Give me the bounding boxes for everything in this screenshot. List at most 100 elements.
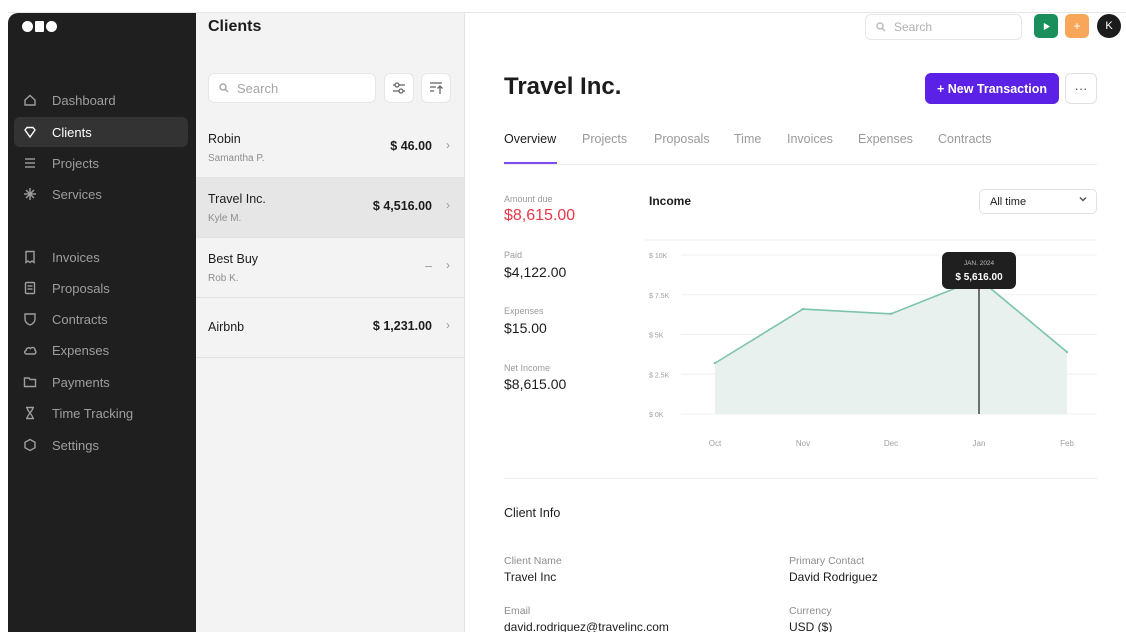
chart-area-fill [715,278,1067,414]
chart-x-tick-label: Nov [796,439,810,448]
global-search-placeholder: Search [894,20,933,34]
expenses-value: $15.00 [504,320,547,336]
chart-tooltip-date: JAN. 2024 [964,260,995,267]
sidebar-item-projects[interactable]: Projects [14,148,188,178]
client-row[interactable]: Robin Samantha P. $ 46.00 › [196,118,464,178]
folder-icon [22,374,38,390]
tab-time[interactable]: Time [734,132,761,146]
client-amount: $ 1,231.00 [372,319,432,333]
more-options-button[interactable]: ··· [1065,73,1097,104]
chart-y-tick-label: $ 10K [649,253,668,260]
sidebar-item-label: Projects [52,155,99,171]
client-row[interactable]: Airbnb $ 1,231.00 › [196,298,464,358]
chevron-right-icon: › [446,198,450,212]
sidebar-item-label: Services [52,186,102,202]
income-chart: $ 10K $ 7.5K $ 5K $ 2.5K $ 0K Oct Nov Dec Jan Feb… [645,228,1097,458]
sidebar-item-label: Proposals [52,280,110,296]
currency-label: Currency [789,605,832,617]
chart-point [1065,350,1069,354]
sidebar-item-expenses[interactable]: Expenses [14,335,188,365]
section-divider [504,478,1097,479]
home-icon [22,92,38,108]
tab-expenses[interactable]: Expenses [858,132,913,146]
client-contact: Kyle M. [208,213,242,224]
client-search-placeholder: Search [237,80,279,96]
sidebar-item-dashboard[interactable]: Dashboard [14,85,188,115]
client-amount: $ 4,516.00 [372,199,432,213]
sidebar: Dashboard Clients Projects Services Invoices… [8,13,196,632]
client-list-panel: Clients Search Robin Samantha P. $ 46.00 › T… [196,13,465,632]
client-detail-panel: Search + K Travel Inc. + New Transaction… [465,13,1126,632]
sidebar-item-proposals[interactable]: Proposals [14,273,188,303]
client-name: Travel Inc. [208,192,266,206]
amount-due-value: $8,615.00 [504,207,576,224]
paid-value: $4,122.00 [504,264,567,280]
income-chart-title: Income [649,194,692,208]
client-amount: – [425,259,432,273]
email-value[interactable]: david.rodriguez@travelinc.com [504,620,669,632]
client-search-input[interactable]: Search [208,73,376,103]
sort-button[interactable] [421,73,451,103]
chart-tooltip-box [942,252,1016,289]
app-logo[interactable] [22,21,57,32]
avatar[interactable]: K [1097,14,1121,38]
sidebar-item-label: Time Tracking [52,405,134,421]
new-transaction-button[interactable]: + New Transaction [925,73,1059,104]
play-icon [1043,22,1050,30]
page-title: Travel Inc. [504,73,622,100]
cloud-icon [22,342,38,358]
sidebar-item-label: Contracts [52,311,108,327]
client-name-label: Client Name [504,555,562,567]
sidebar-item-invoices[interactable]: Invoices [14,242,188,272]
sidebar-item-clients[interactable]: Clients [14,117,188,147]
hourglass-icon [22,405,38,421]
client-row[interactable]: Best Buy Rob K. – › [196,238,464,298]
chart-x-tick-label: Jan [973,439,986,448]
clients-title: Clients [208,18,262,35]
client-name: Best Buy [208,252,259,266]
sidebar-item-settings[interactable]: Settings [14,430,188,460]
client-name-value: Travel Inc [504,570,557,584]
sidebar-item-services[interactable]: Services [14,179,188,209]
currency-value: USD ($) [789,620,833,632]
chart-point [889,312,893,316]
primary-contact-value: David Rodriguez [789,570,878,584]
time-range-value: All time [990,195,1027,208]
time-range-select[interactable]: All time [979,189,1097,214]
sidebar-item-label: Invoices [52,249,100,265]
client-contact: Samantha P. [208,153,265,164]
tab-proposals[interactable]: Proposals [654,132,710,146]
tab-invoices[interactable]: Invoices [787,132,833,146]
global-search-input[interactable]: Search [865,14,1022,40]
client-row[interactable]: Travel Inc. Kyle M. $ 4,516.00 › [196,178,464,238]
chart-y-tick-label: $ 7.5K [649,293,670,300]
email-label: Email [504,605,531,617]
tab-contracts[interactable]: Contracts [938,132,992,146]
client-name: Robin [208,132,241,146]
tab-projects[interactable]: Projects [582,132,627,146]
list-icon [22,155,38,171]
sparkle-icon [22,186,38,202]
chart-x-tick-label: Feb [1060,439,1074,448]
sidebar-item-time-tracking[interactable]: Time Tracking [14,398,188,428]
chevron-right-icon: › [446,258,450,272]
quick-add-button[interactable]: + [1065,14,1089,38]
chart-y-tick-label: $ 2.5K [649,372,670,379]
sidebar-item-contracts[interactable]: Contracts [14,304,188,334]
chart-point [801,307,805,311]
start-timer-button[interactable] [1034,14,1058,38]
chart-x-tick-label: Oct [709,439,722,448]
sidebar-item-label: Settings [52,437,99,453]
tab-overview[interactable]: Overview [504,132,556,146]
client-contact: Rob K. [208,273,239,284]
chart-x-tick-label: Dec [884,439,898,448]
chevron-right-icon: › [446,138,450,152]
chart-y-tick-label: $ 0K [649,412,664,419]
receipt-icon [22,249,38,265]
document-icon [22,280,38,296]
primary-contact-label: Primary Contact [789,555,865,567]
search-icon [219,83,229,93]
hexagon-icon [22,437,38,453]
sidebar-item-payments[interactable]: Payments [14,367,188,397]
filter-button[interactable] [384,73,414,103]
